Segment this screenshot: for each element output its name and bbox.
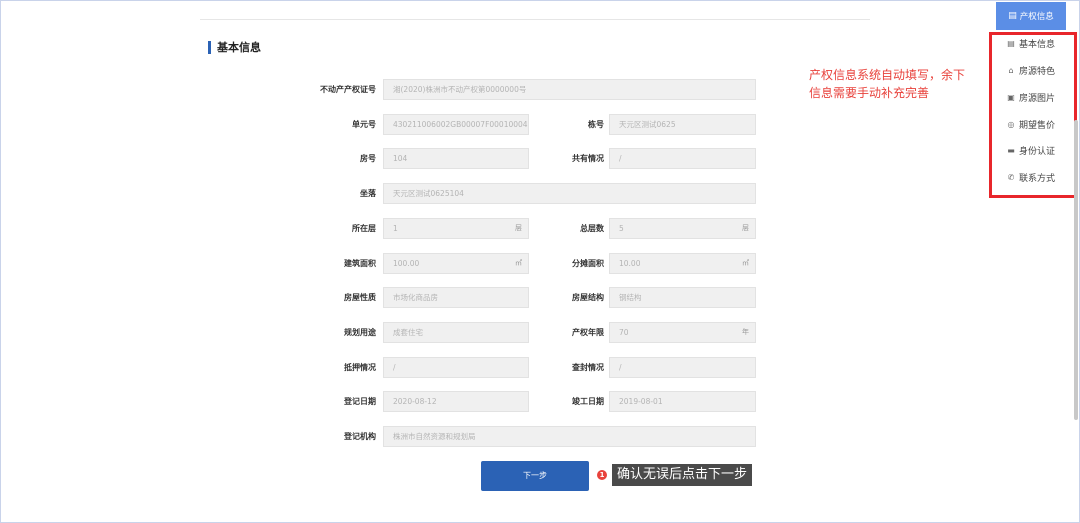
nav-item-label: 联系方式 (1019, 173, 1056, 184)
nav-item-basic-info[interactable]: ▤ 基本信息 (1006, 36, 1055, 50)
floor-field[interactable]: 1 层 (383, 218, 529, 239)
property-nature-label: 房屋性质 (344, 293, 376, 302)
annotation-line-2: 信息需要手动补充完善 (809, 86, 930, 100)
reg-org-field[interactable]: 株洲市自然资源和规划局 (383, 426, 756, 447)
annotation-line-1: 产权信息系统自动填写，余下 (809, 68, 966, 82)
mortgage-field[interactable]: / (383, 357, 529, 378)
seizure-label: 查封情况 (572, 363, 604, 372)
term-unit: 年 (742, 328, 749, 336)
floor-unit: 层 (515, 224, 522, 232)
hint-callout: 确认无误后点击下一步 (612, 464, 753, 486)
unit-no-field[interactable]: 430211006002GB00007F00010004 (383, 114, 529, 135)
section-header: 基本信息 (208, 40, 261, 54)
document-icon: ▤ (1008, 11, 1017, 21)
location-label: 坐落 (360, 189, 376, 198)
cert-no-field[interactable]: 湘(2020)株洲市不动产权第0000000号 (383, 79, 756, 100)
nav-item-price[interactable]: ◎ 期望售价 (1006, 117, 1056, 131)
term-value: 70 (619, 328, 629, 337)
scrollbar-thumb[interactable] (1074, 120, 1078, 420)
shared-area-unit: ㎡ (742, 259, 749, 267)
next-button[interactable]: 下一步 (481, 461, 589, 491)
property-nature-field[interactable]: 市场化商品房 (383, 287, 529, 308)
building-no-label: 栋号 (588, 120, 604, 129)
build-area-value: 100.00 (393, 259, 420, 268)
building-no-field[interactable]: 天元区测试0625 (609, 114, 756, 135)
cert-no-label: 不动产产权证号 (320, 85, 376, 94)
section-marker (208, 40, 211, 54)
reg-org-label: 登记机构 (344, 432, 376, 441)
price-icon: ◎ (1007, 119, 1015, 129)
section-title: 基本信息 (217, 41, 261, 54)
divider (200, 19, 870, 20)
room-no-field[interactable]: 104 (383, 148, 529, 169)
structure-label: 房屋结构 (572, 293, 604, 302)
reg-date-field[interactable]: 2020-08-12 (383, 391, 529, 412)
tab-property-info[interactable]: ▤ 产权信息 (996, 2, 1066, 30)
annotation-note: 产权信息系统自动填写，余下 信息需要手动补充完善 (809, 66, 965, 102)
mortgage-label: 抵押情况 (344, 363, 376, 372)
term-label: 产权年限 (572, 328, 604, 337)
id-card-icon: ▬ (1007, 145, 1015, 155)
unit-no-label: 单元号 (352, 120, 376, 129)
nav-item-label: 房源特色 (1019, 66, 1056, 77)
seizure-field[interactable]: / (609, 357, 756, 378)
floor-value: 1 (393, 224, 398, 233)
co-own-label: 共有情况 (572, 154, 604, 163)
total-floors-value: 5 (619, 224, 624, 233)
build-area-unit: ㎡ (515, 259, 522, 267)
term-field[interactable]: 70 年 (609, 322, 756, 343)
nav-item-label: 身份认证 (1019, 146, 1056, 157)
location-field[interactable]: 天元区测试0625104 (383, 183, 756, 204)
total-floors-field[interactable]: 5 层 (609, 218, 756, 239)
nav-item-contact[interactable]: ✆ 联系方式 (1006, 170, 1055, 184)
shared-area-label: 分摊面积 (572, 259, 604, 268)
usage-label: 规划用途 (344, 328, 376, 337)
shared-area-field[interactable]: 10.00 ㎡ (609, 253, 756, 274)
shared-area-value: 10.00 (619, 259, 641, 268)
co-own-field[interactable]: / (609, 148, 756, 169)
completion-date-label: 竣工日期 (572, 397, 604, 406)
structure-field[interactable]: 钢结构 (609, 287, 756, 308)
nav-item-label: 房源图片 (1019, 93, 1056, 104)
floor-label: 所在层 (352, 224, 376, 233)
total-floors-unit: 层 (742, 224, 749, 232)
hint-badge: 1 (597, 470, 607, 480)
room-no-label: 房号 (360, 154, 376, 163)
nav-item-features[interactable]: ⌂ 房源特色 (1006, 63, 1055, 77)
document-icon: ▤ (1007, 38, 1015, 48)
phone-icon: ✆ (1007, 172, 1015, 182)
completion-date-field[interactable]: 2019-08-01 (609, 391, 756, 412)
nav-item-identity[interactable]: ▬ 身份认证 (1006, 143, 1055, 157)
build-area-label: 建筑面积 (344, 259, 376, 268)
nav-item-label: 期望售价 (1019, 120, 1056, 131)
nav-item-label: 基本信息 (1019, 39, 1056, 50)
usage-field[interactable]: 成套住宅 (383, 322, 529, 343)
total-floors-label: 总层数 (580, 224, 604, 233)
image-icon: ▣ (1007, 92, 1015, 102)
reg-date-label: 登记日期 (344, 397, 376, 406)
home-icon: ⌂ (1008, 65, 1014, 75)
tab-property-info-label: 产权信息 (1019, 12, 1054, 22)
nav-item-images[interactable]: ▣ 房源图片 (1006, 90, 1055, 104)
build-area-field[interactable]: 100.00 ㎡ (383, 253, 529, 274)
